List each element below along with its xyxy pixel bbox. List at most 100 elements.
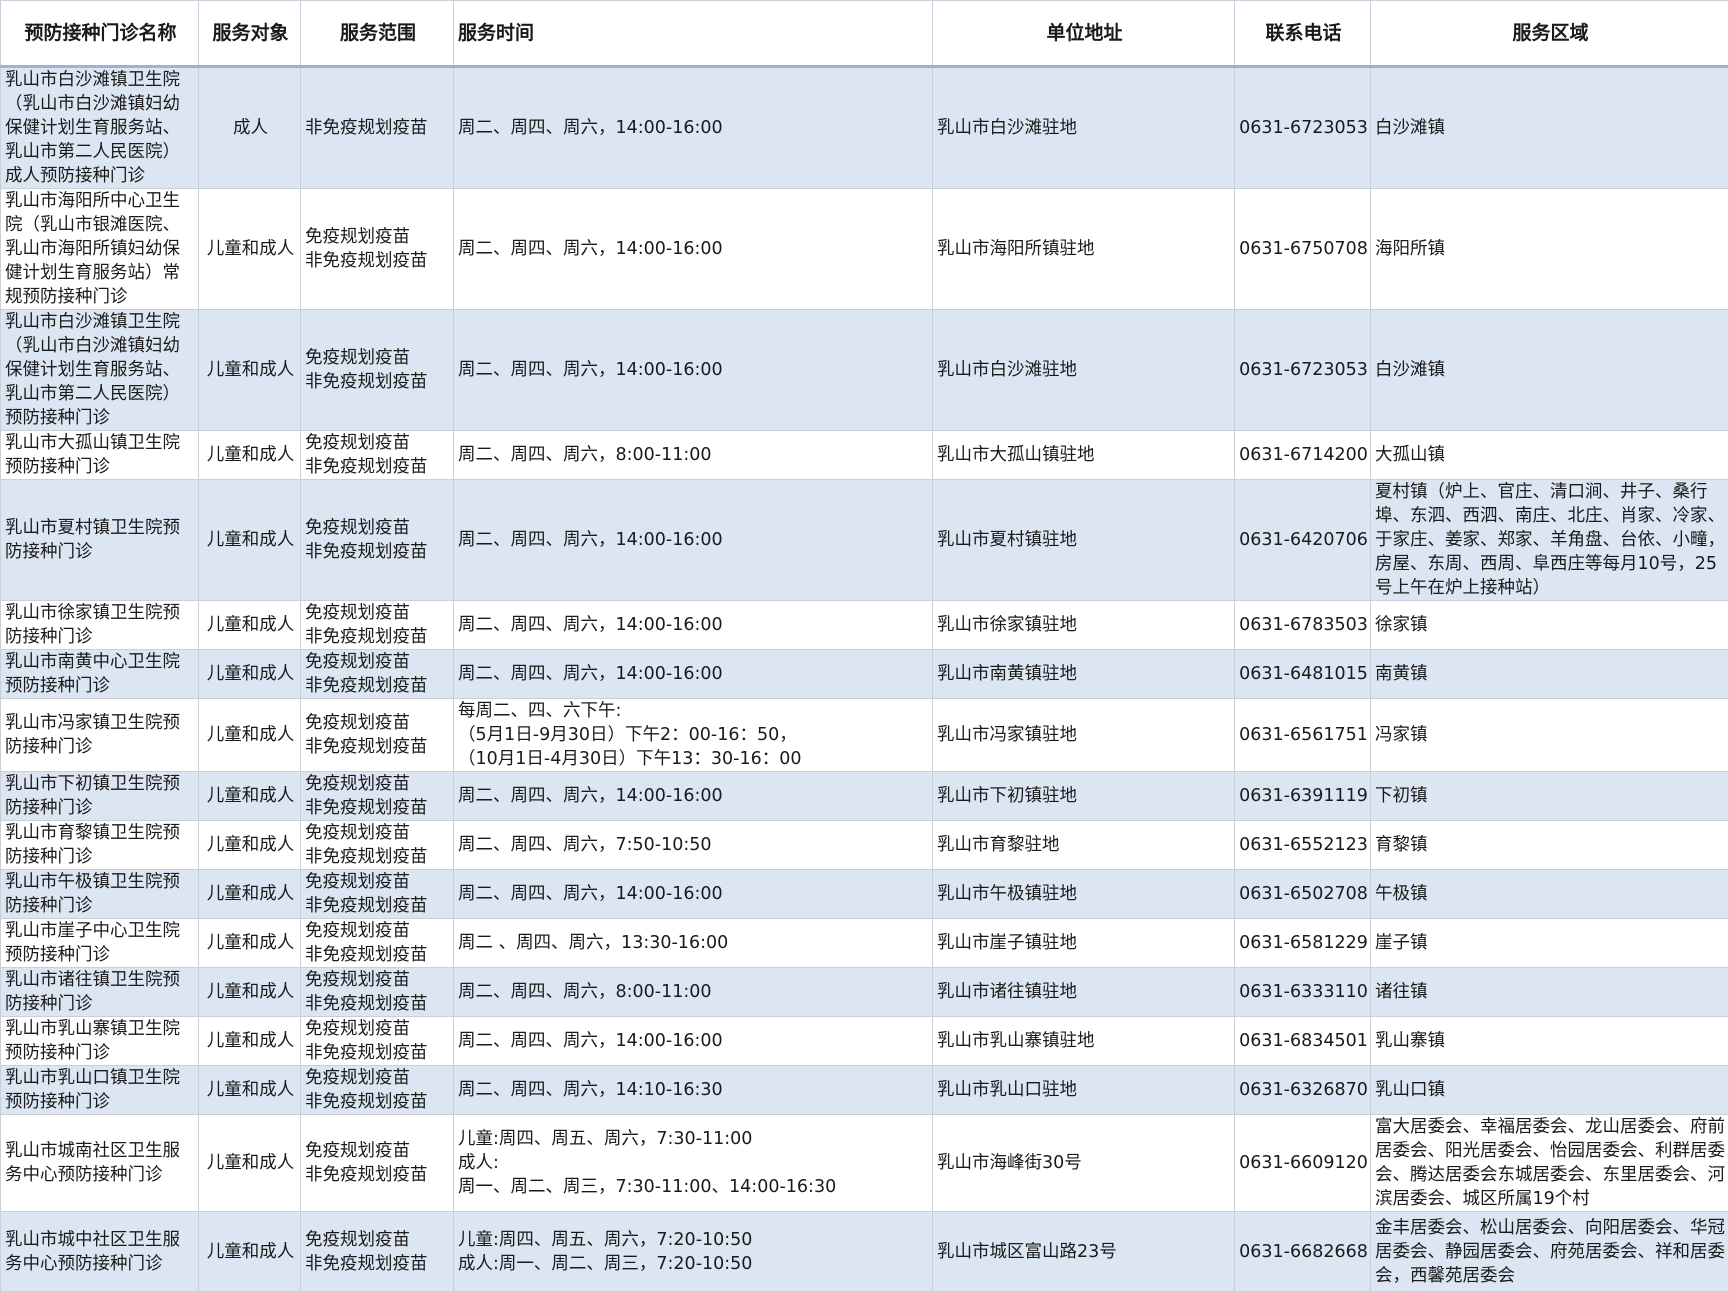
cell-time: 儿童:周四、周五、周六，7:30-11:00 成人: 周一、周二、周三，7:30… xyxy=(454,1115,933,1212)
table-row: 乳山市育黎镇卫生院预防接种门诊儿童和成人免疫规划疫苗 非免疫规划疫苗周二、周四、… xyxy=(1,821,1728,870)
cell-phone: 0631-6552123 xyxy=(1235,821,1371,870)
cell-time: 周二、周四、周六，14:00-16:00 xyxy=(454,1017,933,1066)
cell-address: 乳山市夏村镇驻地 xyxy=(933,480,1235,601)
cell-time: 周二、周四、周六，14:00-16:00 xyxy=(454,67,933,189)
cell-time: 周二 、周四、周六，13:30-16:00 xyxy=(454,919,933,968)
cell-address: 乳山市南黄镇驻地 xyxy=(933,650,1235,699)
cell-area: 乳山口镇 xyxy=(1371,1066,1728,1115)
cell-address: 乳山市冯家镇驻地 xyxy=(933,699,1235,772)
table-row: 乳山市徐家镇卫生院预防接种门诊儿童和成人免疫规划疫苗 非免疫规划疫苗周二、周四、… xyxy=(1,601,1728,650)
cell-phone: 0631-6834501 xyxy=(1235,1017,1371,1066)
header-area: 服务区域 xyxy=(1371,1,1728,67)
table-row: 乳山市白沙滩镇卫生院（乳山市白沙滩镇妇幼保健计划生育服务站、乳山市第二人民医院）… xyxy=(1,310,1728,431)
cell-target: 儿童和成人 xyxy=(199,189,301,310)
cell-area: 下初镇 xyxy=(1371,772,1728,821)
header-name: 预防接种门诊名称 xyxy=(1,1,199,67)
cell-name: 乳山市白沙滩镇卫生院（乳山市白沙滩镇妇幼保健计划生育服务站、乳山市第二人民医院）… xyxy=(1,310,199,431)
cell-area: 冯家镇 xyxy=(1371,699,1728,772)
table-row: 乳山市乳山口镇卫生院预防接种门诊儿童和成人免疫规划疫苗 非免疫规划疫苗周二、周四… xyxy=(1,1066,1728,1115)
table-row: 乳山市白沙滩镇卫生院（乳山市白沙滩镇妇幼保健计划生育服务站、乳山市第二人民医院）… xyxy=(1,67,1728,189)
cell-area: 海阳所镇 xyxy=(1371,189,1728,310)
cell-scope: 免疫规划疫苗 非免疫规划疫苗 xyxy=(301,189,454,310)
cell-time: 周二、周四、周六，14:00-16:00 xyxy=(454,870,933,919)
cell-phone: 0631-6561751 xyxy=(1235,699,1371,772)
cell-phone: 0631-6502708 xyxy=(1235,870,1371,919)
cell-target: 儿童和成人 xyxy=(199,821,301,870)
cell-time: 周二、周四、周六，14:00-16:00 xyxy=(454,650,933,699)
header-phone: 联系电话 xyxy=(1235,1,1371,67)
cell-address: 乳山市午极镇驻地 xyxy=(933,870,1235,919)
cell-area: 白沙滩镇 xyxy=(1371,67,1728,189)
cell-time: 周二、周四、周六，8:00-11:00 xyxy=(454,968,933,1017)
cell-area: 富大居委会、幸福居委会、龙山居委会、府前居委会、阳光居委会、怡园居委会、利群居委… xyxy=(1371,1115,1728,1212)
cell-name: 乳山市乳山寨镇卫生院预防接种门诊 xyxy=(1,1017,199,1066)
table-row: 乳山市冯家镇卫生院预防接种门诊儿童和成人免疫规划疫苗 非免疫规划疫苗每周二、四、… xyxy=(1,699,1728,772)
cell-phone: 0631-6714200 xyxy=(1235,431,1371,480)
cell-phone: 0631-6326870 xyxy=(1235,1066,1371,1115)
cell-target: 儿童和成人 xyxy=(199,772,301,821)
cell-scope: 免疫规划疫苗 非免疫规划疫苗 xyxy=(301,601,454,650)
cell-scope: 免疫规划疫苗 非免疫规划疫苗 xyxy=(301,919,454,968)
cell-time: 周二、周四、周六，14:00-16:00 xyxy=(454,480,933,601)
cell-name: 乳山市南黄中心卫生院预防接种门诊 xyxy=(1,650,199,699)
cell-time: 周二、周四、周六，7:50-10:50 xyxy=(454,821,933,870)
cell-address: 乳山市乳山寨镇驻地 xyxy=(933,1017,1235,1066)
table-row: 乳山市崖子中心卫生院预防接种门诊儿童和成人免疫规划疫苗 非免疫规划疫苗周二 、周… xyxy=(1,919,1728,968)
cell-name: 乳山市白沙滩镇卫生院（乳山市白沙滩镇妇幼保健计划生育服务站、乳山市第二人民医院）… xyxy=(1,67,199,189)
table-row: 乳山市乳山寨镇卫生院预防接种门诊儿童和成人免疫规划疫苗 非免疫规划疫苗周二、周四… xyxy=(1,1017,1728,1066)
header-scope: 服务范围 xyxy=(301,1,454,67)
cell-address: 乳山市徐家镇驻地 xyxy=(933,601,1235,650)
cell-area: 崖子镇 xyxy=(1371,919,1728,968)
cell-target: 儿童和成人 xyxy=(199,310,301,431)
cell-time: 周二、周四、周六，14:00-16:00 xyxy=(454,310,933,431)
cell-scope: 免疫规划疫苗 非免疫规划疫苗 xyxy=(301,431,454,480)
cell-target: 儿童和成人 xyxy=(199,601,301,650)
cell-scope: 免疫规划疫苗 非免疫规划疫苗 xyxy=(301,480,454,601)
cell-area: 白沙滩镇 xyxy=(1371,310,1728,431)
cell-target: 儿童和成人 xyxy=(199,1115,301,1212)
cell-name: 乳山市崖子中心卫生院预防接种门诊 xyxy=(1,919,199,968)
cell-target: 儿童和成人 xyxy=(199,480,301,601)
cell-time: 每周二、四、六下午: （5月1日-9月30日）下午2：00-16：50， （10… xyxy=(454,699,933,772)
cell-time: 周二、周四、周六，14:00-16:00 xyxy=(454,772,933,821)
cell-address: 乳山市海峰街30号 xyxy=(933,1115,1235,1212)
cell-time: 周二、周四、周六，14:00-16:00 xyxy=(454,189,933,310)
cell-scope: 免疫规划疫苗 非免疫规划疫苗 xyxy=(301,968,454,1017)
cell-scope: 免疫规划疫苗 非免疫规划疫苗 xyxy=(301,1115,454,1212)
cell-phone: 0631-6420706 xyxy=(1235,480,1371,601)
cell-target: 儿童和成人 xyxy=(199,919,301,968)
cell-address: 乳山市大孤山镇驻地 xyxy=(933,431,1235,480)
cell-target: 儿童和成人 xyxy=(199,699,301,772)
cell-scope: 免疫规划疫苗 非免疫规划疫苗 xyxy=(301,870,454,919)
cell-phone: 0631-6723053 xyxy=(1235,67,1371,189)
cell-target: 成人 xyxy=(199,67,301,189)
cell-scope: 免疫规划疫苗 非免疫规划疫苗 xyxy=(301,772,454,821)
cell-target: 儿童和成人 xyxy=(199,968,301,1017)
cell-target: 儿童和成人 xyxy=(199,431,301,480)
cell-area: 午极镇 xyxy=(1371,870,1728,919)
cell-phone: 0631-6750708 xyxy=(1235,189,1371,310)
clinic-table: 预防接种门诊名称 服务对象 服务范围 服务时间 单位地址 联系电话 服务区域 乳… xyxy=(0,0,1728,1292)
cell-name: 乳山市冯家镇卫生院预防接种门诊 xyxy=(1,699,199,772)
table-row: 乳山市下初镇卫生院预防接种门诊儿童和成人免疫规划疫苗 非免疫规划疫苗周二、周四、… xyxy=(1,772,1728,821)
cell-name: 乳山市大孤山镇卫生院预防接种门诊 xyxy=(1,431,199,480)
cell-name: 乳山市徐家镇卫生院预防接种门诊 xyxy=(1,601,199,650)
header-row: 预防接种门诊名称 服务对象 服务范围 服务时间 单位地址 联系电话 服务区域 xyxy=(1,1,1728,67)
cell-phone: 0631-6723053 xyxy=(1235,310,1371,431)
cell-address: 乳山市诸往镇驻地 xyxy=(933,968,1235,1017)
cell-area: 诸往镇 xyxy=(1371,968,1728,1017)
cell-phone: 0631-6391119 xyxy=(1235,772,1371,821)
cell-scope: 免疫规划疫苗 非免疫规划疫苗 xyxy=(301,821,454,870)
cell-area: 育黎镇 xyxy=(1371,821,1728,870)
cell-phone: 0631-6481015 xyxy=(1235,650,1371,699)
cell-name: 乳山市城南社区卫生服务中心预防接种门诊 xyxy=(1,1115,199,1212)
header-time: 服务时间 xyxy=(454,1,933,67)
table-row: 乳山市南黄中心卫生院预防接种门诊儿童和成人免疫规划疫苗 非免疫规划疫苗周二、周四… xyxy=(1,650,1728,699)
cell-time: 周二、周四、周六，14:10-16:30 xyxy=(454,1066,933,1115)
cell-scope: 免疫规划疫苗 非免疫规划疫苗 xyxy=(301,310,454,431)
cell-address: 乳山市乳山口驻地 xyxy=(933,1066,1235,1115)
cell-target: 儿童和成人 xyxy=(199,1066,301,1115)
table-row: 乳山市诸往镇卫生院预防接种门诊儿童和成人免疫规划疫苗 非免疫规划疫苗周二、周四、… xyxy=(1,968,1728,1017)
cell-phone: 0631-6581229 xyxy=(1235,919,1371,968)
cell-phone: 0631-6333110 xyxy=(1235,968,1371,1017)
